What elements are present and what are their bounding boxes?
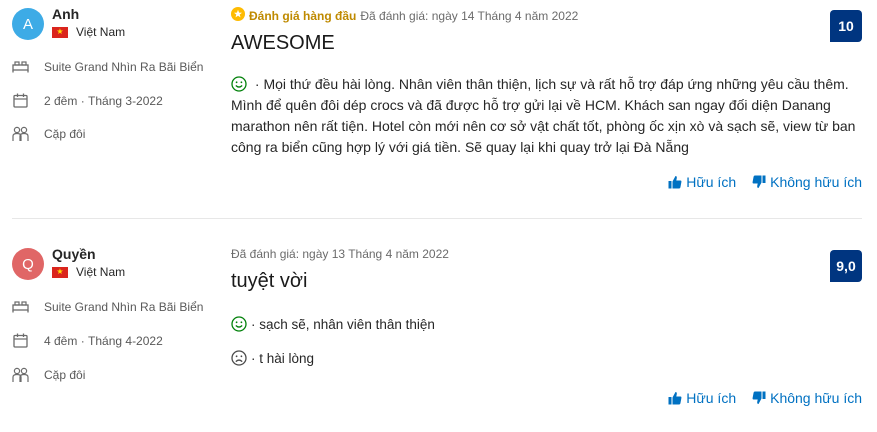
reviewer-name: Anh bbox=[52, 6, 80, 22]
review-card: Q Quyền ★ Việt Nam Suite Grand Nhìn Ra B… bbox=[0, 232, 877, 432]
calendar-icon bbox=[12, 92, 29, 109]
review-title: AWESOME bbox=[231, 32, 335, 54]
smile-icon bbox=[231, 76, 247, 92]
review-card: A Anh ★ Việt Nam Suite Grand Nhìn Ra Bãi… bbox=[0, 0, 877, 218]
negative-comment: · t hài lòng bbox=[231, 350, 314, 366]
stay-duration: 4 đêm · Tháng 4-2022 bbox=[12, 332, 163, 349]
avatar: Q bbox=[12, 248, 44, 280]
review-divider bbox=[12, 218, 862, 219]
review-score: 10 bbox=[830, 10, 862, 42]
helpful-button[interactable]: Hữu ích bbox=[668, 174, 736, 190]
review-actions: Hữu ích Không hữu ích bbox=[652, 390, 862, 406]
vietnam-flag-icon: ★ bbox=[52, 266, 68, 278]
star-badge-icon bbox=[231, 7, 245, 24]
review-score: 9,0 bbox=[830, 250, 862, 282]
positive-comment: · Mọi thứ đều hài lòng. Nhân viên thân t… bbox=[231, 76, 856, 155]
vietnam-flag-icon: ★ bbox=[52, 26, 68, 38]
traveler-type: Cặp đôi bbox=[12, 366, 85, 383]
thumbs-up-icon bbox=[668, 392, 682, 405]
people-icon bbox=[12, 366, 29, 383]
helpful-button[interactable]: Hữu ích bbox=[668, 390, 736, 406]
top-review-badge: Đánh giá hàng đầu bbox=[249, 8, 357, 23]
reviewer-country: ★ Việt Nam bbox=[52, 25, 125, 39]
avatar: A bbox=[12, 8, 44, 40]
calendar-icon bbox=[12, 332, 29, 349]
thumbs-up-icon bbox=[668, 176, 682, 189]
not-helpful-button[interactable]: Không hữu ích bbox=[752, 174, 862, 190]
review-topline: Đã đánh giá: ngày 13 Tháng 4 năm 2022 bbox=[231, 247, 449, 261]
thumbs-down-icon bbox=[752, 175, 766, 188]
reviewer-name: Quyền bbox=[52, 246, 96, 262]
positive-comment: · sạch sẽ, nhân viên thân thiện bbox=[231, 316, 435, 332]
room-type: Suite Grand Nhìn Ra Bãi Biển bbox=[12, 298, 203, 315]
traveler-type: Cặp đôi bbox=[12, 125, 85, 142]
not-helpful-button[interactable]: Không hữu ích bbox=[752, 390, 862, 406]
review-actions: Hữu ích Không hữu ích bbox=[652, 174, 862, 190]
room-type: Suite Grand Nhìn Ra Bãi Biển bbox=[12, 58, 203, 75]
bed-icon bbox=[12, 58, 29, 75]
stay-duration: 2 đêm · Tháng 3-2022 bbox=[12, 92, 163, 109]
review-date: Đã đánh giá: ngày 14 Tháng 4 năm 2022 bbox=[360, 8, 579, 23]
people-icon bbox=[12, 125, 29, 142]
review-topline: Đánh giá hàng đầu Đã đánh giá: ngày 14 T… bbox=[231, 7, 578, 24]
smile-icon bbox=[231, 316, 247, 332]
reviewer-country: ★ Việt Nam bbox=[52, 265, 125, 279]
bed-icon bbox=[12, 298, 29, 315]
review-date: Đã đánh giá: ngày 13 Tháng 4 năm 2022 bbox=[231, 247, 449, 261]
review-title: tuyệt vời bbox=[231, 270, 308, 292]
frown-icon bbox=[231, 350, 247, 366]
thumbs-down-icon bbox=[752, 391, 766, 404]
